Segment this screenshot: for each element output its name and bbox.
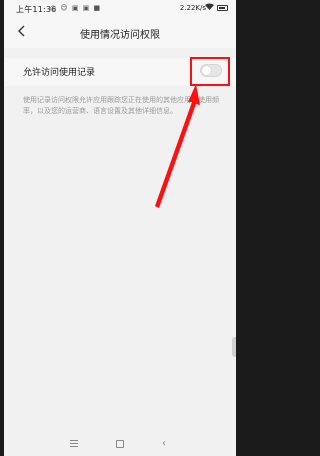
phone-screen: 上午11:36 ◎ ☺ ▣ ▣ ■ 2.22K/s 使用情况访问权限 允许访问使… xyxy=(4,0,236,456)
menu-button[interactable] xyxy=(68,438,80,450)
navigation-bar: ‹ xyxy=(4,432,236,456)
square-icon xyxy=(116,440,124,448)
side-handle[interactable] xyxy=(232,337,236,357)
nav-back-button[interactable]: ‹ xyxy=(162,438,174,450)
home-button[interactable] xyxy=(114,438,126,450)
annotation-arrow-icon xyxy=(155,84,200,208)
